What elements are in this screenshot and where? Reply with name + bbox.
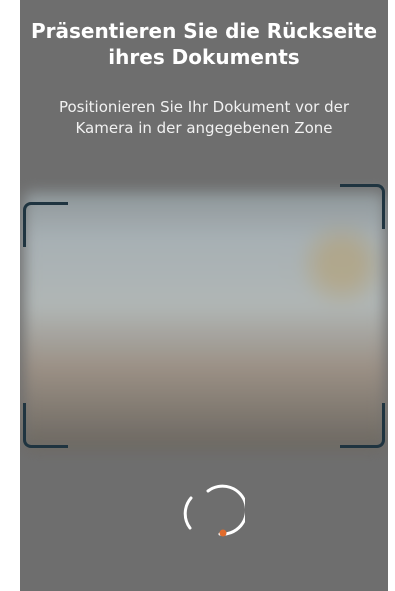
instruction-text: Positionieren Sie Ihr Dokument vor der K…: [58, 98, 350, 137]
spinner-graphic: [183, 484, 245, 537]
frame-corner-top-right: [340, 184, 385, 229]
page-title: Präsentieren Sie die Rückseite ihres Dok…: [30, 19, 378, 69]
frame-corner-bottom-right: [340, 403, 385, 448]
document-capture-screen: Präsentieren Sie die Rückseite ihres Dok…: [20, 0, 388, 591]
spinner-accent-dot: [219, 529, 227, 537]
loading-spinner-icon: [171, 478, 245, 552]
frame-corner-top-left: [23, 202, 68, 247]
frame-corner-bottom-left: [23, 403, 68, 448]
capture-zone-frame: [23, 184, 385, 448]
